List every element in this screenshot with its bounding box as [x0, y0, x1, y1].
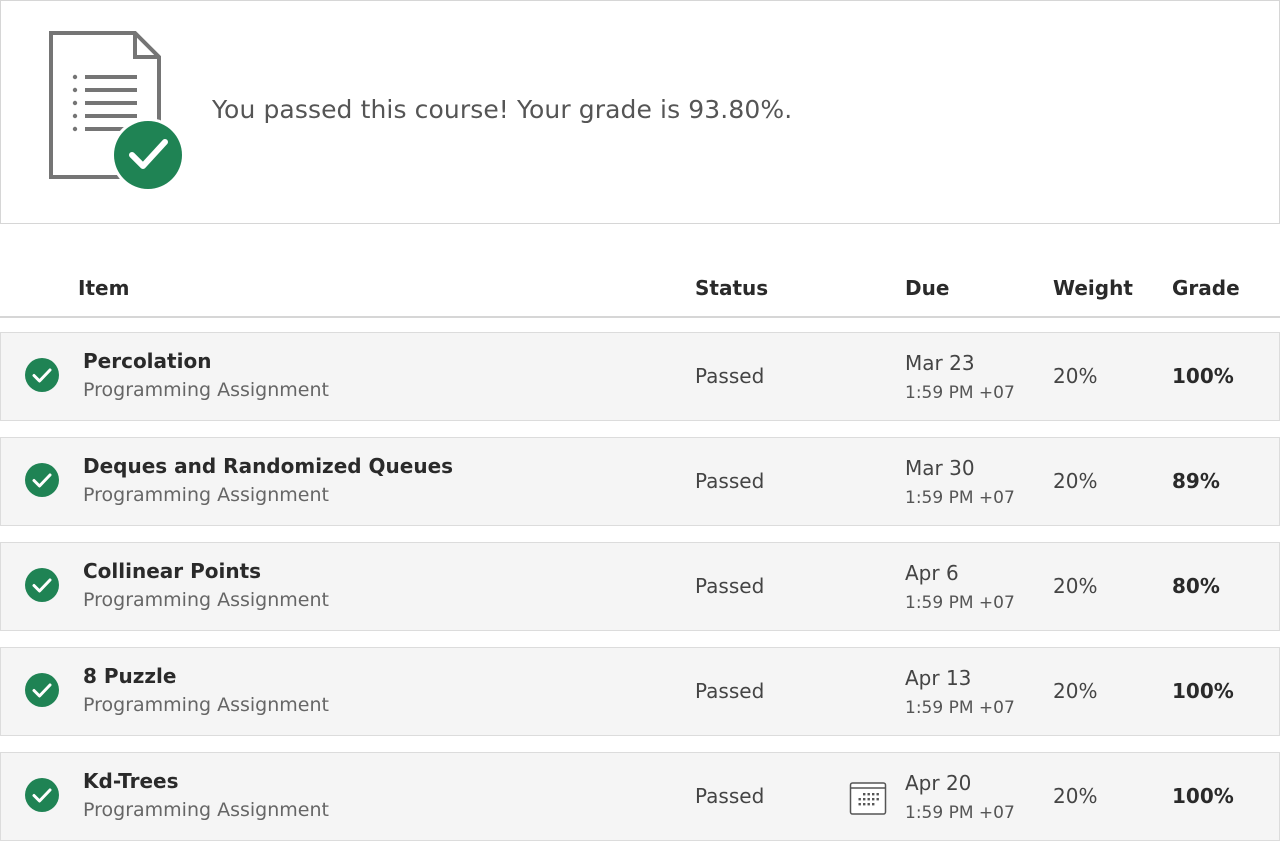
due-date: Apr 20: [905, 771, 972, 795]
status-text: Passed: [695, 364, 765, 388]
check-circle-icon: [25, 568, 59, 602]
due-date: Mar 23: [905, 351, 975, 375]
item-type-label: Programming Assignment: [83, 589, 329, 611]
weight-value: 20%: [1053, 784, 1098, 808]
calendar-icon[interactable]: [849, 780, 887, 816]
item-type-label: Programming Assignment: [83, 484, 329, 506]
weight-value: 20%: [1053, 469, 1098, 493]
weight-value: 20%: [1053, 574, 1098, 598]
due-time: 1:59 PM +07: [905, 593, 1015, 613]
column-header-item: Item: [78, 276, 130, 300]
item-title-link[interactable]: Percolation: [83, 349, 211, 373]
due-time: 1:59 PM +07: [905, 803, 1015, 823]
weight-value: 20%: [1053, 364, 1098, 388]
course-passed-banner: You passed this course! Your grade is 93…: [0, 0, 1280, 224]
due-date: Mar 30: [905, 456, 975, 480]
item-title-link[interactable]: Kd-Trees: [83, 769, 179, 793]
column-header-due: Due: [905, 276, 950, 300]
status-text: Passed: [695, 469, 765, 493]
due-date: Apr 13: [905, 666, 972, 690]
column-header-status: Status: [695, 276, 769, 300]
due-time: 1:59 PM +07: [905, 488, 1015, 508]
grade-value: 100%: [1172, 679, 1234, 703]
course-result-message: You passed this course! Your grade is 93…: [212, 95, 793, 124]
status-text: Passed: [695, 784, 765, 808]
item-title-link[interactable]: Collinear Points: [83, 559, 261, 583]
table-row[interactable]: Collinear Points Programming Assignment …: [0, 542, 1280, 631]
check-circle-icon: [25, 463, 59, 497]
check-circle-icon: [25, 673, 59, 707]
check-circle-icon: [25, 778, 59, 812]
grade-value: 100%: [1172, 364, 1234, 388]
item-type-label: Programming Assignment: [83, 379, 329, 401]
check-circle-icon: [25, 358, 59, 392]
table-row[interactable]: 8 Puzzle Programming Assignment Passed A…: [0, 647, 1280, 736]
table-row[interactable]: Deques and Randomized Queues Programming…: [0, 437, 1280, 526]
item-title-link[interactable]: 8 Puzzle: [83, 664, 176, 688]
item-title-link[interactable]: Deques and Randomized Queues: [83, 454, 453, 478]
item-type-label: Programming Assignment: [83, 694, 329, 716]
item-type-label: Programming Assignment: [83, 799, 329, 821]
grade-value: 100%: [1172, 784, 1234, 808]
column-header-weight: Weight: [1053, 276, 1133, 300]
table-row[interactable]: Kd-Trees Programming Assignment Passed A…: [0, 752, 1280, 841]
column-header-grade: Grade: [1172, 276, 1240, 300]
due-time: 1:59 PM +07: [905, 698, 1015, 718]
document-passed-icon: [49, 31, 185, 192]
status-text: Passed: [695, 679, 765, 703]
due-date: Apr 6: [905, 561, 959, 585]
status-text: Passed: [695, 574, 765, 598]
weight-value: 20%: [1053, 679, 1098, 703]
due-time: 1:59 PM +07: [905, 383, 1015, 403]
table-row[interactable]: Percolation Programming Assignment Passe…: [0, 332, 1280, 421]
grade-value: 80%: [1172, 574, 1220, 598]
grade-value: 89%: [1172, 469, 1220, 493]
grades-table-header: Item Status Due Weight Grade: [0, 262, 1280, 318]
